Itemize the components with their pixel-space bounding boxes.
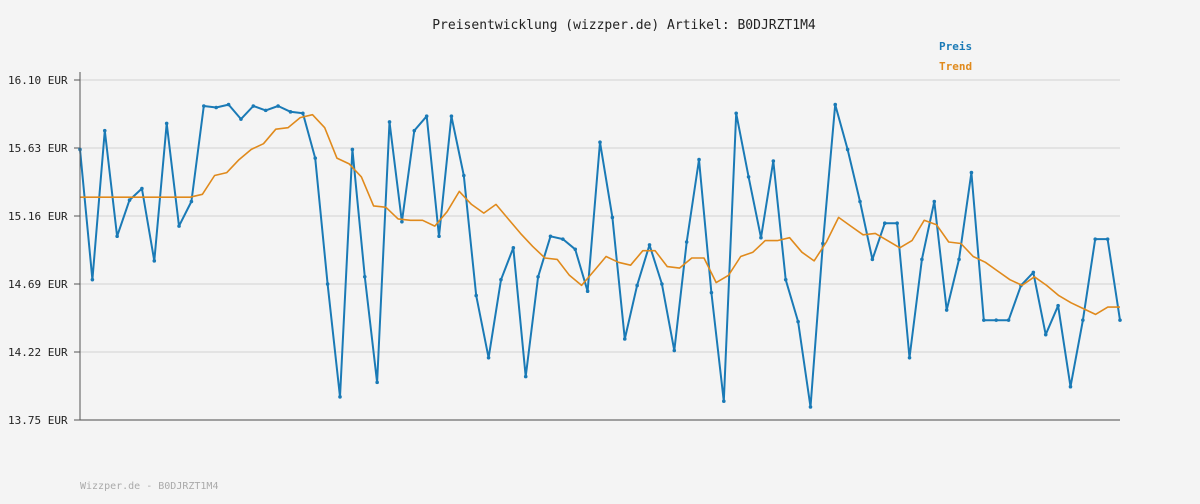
data-point-preis xyxy=(622,337,627,341)
data-point-preis xyxy=(660,282,664,286)
data-point-preis xyxy=(511,246,516,250)
data-point-preis xyxy=(771,159,776,163)
data-point-preis xyxy=(808,405,813,409)
data-point-preis xyxy=(301,111,305,116)
data-point-preis xyxy=(994,318,998,322)
plot-area: 13.75 EUR 14.22 EUR 14.69 EUR 15.16 EUR 15.6… xyxy=(8,72,1122,427)
data-point-preis xyxy=(907,355,912,360)
y-tick-label: 15.63 EUR xyxy=(8,142,68,155)
data-point-preis xyxy=(635,283,639,288)
data-point-preis xyxy=(536,274,540,279)
data-point-preis xyxy=(424,114,429,118)
data-point-preis xyxy=(251,104,256,108)
data-point-preis xyxy=(523,374,528,379)
data-point-preis xyxy=(957,257,961,262)
data-point-preis xyxy=(1081,318,1085,322)
data-point-preis xyxy=(152,259,157,263)
y-tick-label: 14.69 EUR xyxy=(8,278,68,291)
data-point-preis xyxy=(796,319,800,324)
data-point-preis xyxy=(202,104,206,108)
data-point-preis xyxy=(313,156,318,160)
data-point-preis xyxy=(833,102,838,107)
data-point-preis xyxy=(400,219,404,224)
data-point-preis xyxy=(90,277,95,282)
data-point-preis xyxy=(412,128,417,133)
data-point-preis xyxy=(1043,332,1048,337)
data-point-preis xyxy=(709,290,714,295)
data-point-preis xyxy=(102,128,107,133)
data-point-preis xyxy=(362,274,367,279)
data-point-preis xyxy=(1093,237,1098,241)
data-point-preis xyxy=(548,234,553,239)
data-point-preis xyxy=(610,215,615,220)
y-tick-labels: 13.75 EUR 14.22 EUR 14.69 EUR 15.16 EUR 15.6… xyxy=(8,74,80,427)
data-point-preis xyxy=(1105,237,1110,241)
data-point-preis xyxy=(845,147,850,152)
data-point-preis xyxy=(288,110,293,114)
data-point-preis xyxy=(1031,270,1036,275)
data-point-preis xyxy=(350,147,355,152)
data-point-preis xyxy=(746,175,751,179)
data-point-preis xyxy=(1056,303,1060,308)
data-point-preis xyxy=(375,380,379,385)
data-point-preis xyxy=(164,121,169,126)
data-point-preis xyxy=(759,235,763,240)
data-point-preis xyxy=(598,140,602,145)
data-point-preis xyxy=(585,289,590,294)
data-point-preis xyxy=(189,199,194,204)
data-point-preis xyxy=(338,395,342,399)
data-point-preis xyxy=(722,399,726,403)
data-point-preis xyxy=(920,257,924,262)
data-point-preis xyxy=(499,277,503,282)
data-point-preis xyxy=(449,114,454,118)
y-tick-label: 16.10 EUR xyxy=(8,74,68,87)
series-line-preis xyxy=(79,103,1121,408)
data-point-preis xyxy=(276,104,280,108)
data-point-preis xyxy=(437,234,441,239)
data-point-preis xyxy=(239,117,243,121)
data-point-preis xyxy=(387,120,392,124)
footer-credit: Wizzper.de - B0DJRZT1M4 xyxy=(80,481,219,492)
price-chart: Preisentwicklung (wizzper.de) Artikel: B… xyxy=(0,0,1200,500)
data-point-preis xyxy=(647,243,652,247)
data-point-preis xyxy=(697,157,701,162)
data-point-preis xyxy=(672,348,677,353)
data-point-preis xyxy=(858,199,862,204)
data-point-preis xyxy=(734,111,738,116)
data-point-preis xyxy=(462,173,466,178)
data-point-preis xyxy=(573,247,578,252)
data-point-preis xyxy=(684,240,689,244)
y-tick-label: 15.16 EUR xyxy=(8,210,68,223)
data-point-preis xyxy=(325,282,330,286)
data-point-preis xyxy=(561,237,565,241)
legend-entry-preis: Preis xyxy=(939,40,973,53)
grid-lines xyxy=(80,79,1120,421)
data-point-preis xyxy=(127,198,132,202)
data-point-preis xyxy=(486,355,491,360)
y-tick-label: 14.22 EUR xyxy=(8,346,68,359)
data-point-preis xyxy=(982,318,986,322)
data-point-preis xyxy=(115,234,119,239)
chart-title: Preisentwicklung (wizzper.de) Artikel: B… xyxy=(432,18,816,33)
data-point-preis xyxy=(944,308,949,312)
data-point-preis xyxy=(969,170,974,175)
y-tick-label: 13.75 EUR xyxy=(8,414,68,427)
data-point-preis xyxy=(870,257,875,262)
data-point-preis xyxy=(226,102,231,107)
data-point-preis xyxy=(263,108,268,113)
legend-entry-trend: Trend xyxy=(939,60,973,73)
data-point-preis xyxy=(1006,318,1011,322)
data-point-preis xyxy=(783,277,788,282)
data-point-preis xyxy=(882,221,887,226)
data-point-preis xyxy=(474,293,478,298)
data-point-preis xyxy=(140,186,144,191)
data-point-preis xyxy=(1068,384,1073,389)
data-point-preis xyxy=(177,224,181,228)
data-point-preis xyxy=(1118,318,1122,322)
data-point-preis xyxy=(932,199,937,204)
data-point-preis xyxy=(214,105,218,110)
data-point-preis xyxy=(895,221,899,226)
